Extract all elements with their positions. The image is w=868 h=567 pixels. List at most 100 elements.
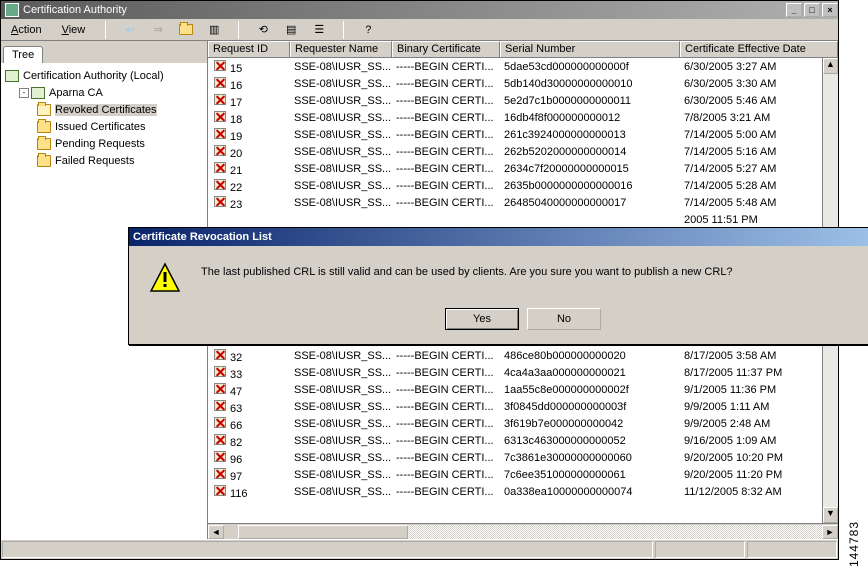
revoked-cert-icon <box>212 483 228 497</box>
dialog-title: Certificate Revocation List <box>133 231 272 243</box>
warning-icon <box>149 262 181 294</box>
table-row[interactable]: 32SSE-08\IUSR_SS...-----BEGIN CERTI...48… <box>208 347 838 364</box>
back-icon[interactable]: ⇐ <box>122 22 138 38</box>
revoked-cert-icon <box>212 449 228 463</box>
cell-date: 7/14/2005 5:48 AM <box>680 197 838 209</box>
table-row[interactable]: 96SSE-08\IUSR_SS...-----BEGIN CERTI...7c… <box>208 449 838 466</box>
cell-request-id: 32 <box>208 347 290 364</box>
menu-action[interactable]: Action <box>7 22 46 38</box>
minimize-button[interactable]: _ <box>786 3 802 17</box>
status-cell <box>655 541 745 558</box>
table-row[interactable]: 97SSE-08\IUSR_SS...-----BEGIN CERTI...7c… <box>208 466 838 483</box>
revoked-cert-icon <box>212 381 228 395</box>
table-row[interactable]: 23SSE-08\IUSR_SS...-----BEGIN CERTI...26… <box>208 194 838 211</box>
status-cell <box>747 541 837 558</box>
cell-request-id: 15 <box>208 58 290 75</box>
cell-serial: 3f0845dd000000000003f <box>500 401 680 413</box>
properties-icon[interactable]: ▥ <box>206 22 222 38</box>
tree-ca[interactable]: -Aparna CA <box>5 84 203 101</box>
table-row[interactable]: 18SSE-08\IUSR_SS...-----BEGIN CERTI...16… <box>208 109 838 126</box>
list-icon[interactable]: ☰ <box>311 22 327 38</box>
cell-serial: 3f619b7e000000000042 <box>500 418 680 430</box>
revoked-cert-icon <box>212 347 228 361</box>
table-row[interactable]: 20SSE-08\IUSR_SS...-----BEGIN CERTI...26… <box>208 143 838 160</box>
close-button[interactable]: × <box>822 3 838 17</box>
no-button[interactable]: No <box>527 308 601 330</box>
cell-request-id: 97 <box>208 466 290 483</box>
table-row[interactable]: 19SSE-08\IUSR_SS...-----BEGIN CERTI...26… <box>208 126 838 143</box>
tree-pending-requests[interactable]: Pending Requests <box>5 135 203 152</box>
revoked-cert-icon <box>212 415 228 429</box>
cell-requester: SSE-08\IUSR_SS... <box>290 384 392 396</box>
col-request-id[interactable]: Request ID <box>208 41 290 57</box>
table-row[interactable]: 116SSE-08\IUSR_SS...-----BEGIN CERTI...0… <box>208 483 838 500</box>
table-row[interactable]: 22SSE-08\IUSR_SS...-----BEGIN CERTI...26… <box>208 177 838 194</box>
cell-binary: -----BEGIN CERTI... <box>392 469 500 481</box>
scroll-down-icon[interactable]: ▼ <box>823 507 838 523</box>
cell-serial: 262b5202000000000014 <box>500 146 680 158</box>
window-title: Certification Authority <box>23 4 127 16</box>
tree-revoked-certificates[interactable]: Revoked Certificates <box>5 101 203 118</box>
cell-requester: SSE-08\IUSR_SS... <box>290 78 392 90</box>
menu-view[interactable]: View <box>58 22 90 38</box>
table-row[interactable]: 16SSE-08\IUSR_SS...-----BEGIN CERTI...5d… <box>208 75 838 92</box>
table-row[interactable]: 17SSE-08\IUSR_SS...-----BEGIN CERTI...5e… <box>208 92 838 109</box>
tree-tab[interactable]: Tree <box>3 46 43 63</box>
scroll-thumb[interactable] <box>238 525 408 539</box>
cell-binary: -----BEGIN CERTI... <box>392 367 500 379</box>
cell-binary: -----BEGIN CERTI... <box>392 163 500 175</box>
col-serial-number[interactable]: Serial Number <box>500 41 680 57</box>
export-icon[interactable]: ▤ <box>283 22 299 38</box>
table-row[interactable]: 33SSE-08\IUSR_SS...-----BEGIN CERTI...4c… <box>208 364 838 381</box>
tree-failed-requests[interactable]: Failed Requests <box>5 152 203 169</box>
yes-button[interactable]: Yes <box>445 308 519 330</box>
up-folder-icon[interactable] <box>178 22 194 38</box>
scroll-right-icon[interactable]: ► <box>822 525 838 539</box>
revoked-cert-icon <box>212 466 228 480</box>
cell-date: 9/20/2005 10:20 PM <box>680 452 838 464</box>
cell-serial: 261c3924000000000013 <box>500 129 680 141</box>
cell-binary: -----BEGIN CERTI... <box>392 197 500 209</box>
col-binary-certificate[interactable]: Binary Certificate <box>392 41 500 57</box>
col-requester-name[interactable]: Requester Name <box>290 41 392 57</box>
tree-issued-certificates[interactable]: Issued Certificates <box>5 118 203 135</box>
scroll-up-icon[interactable]: ▲ <box>823 58 838 74</box>
scroll-track[interactable] <box>408 525 822 539</box>
table-row[interactable]: 47SSE-08\IUSR_SS...-----BEGIN CERTI...1a… <box>208 381 838 398</box>
cell-binary: -----BEGIN CERTI... <box>392 112 500 124</box>
table-row[interactable]: 63SSE-08\IUSR_SS...-----BEGIN CERTI...3f… <box>208 398 838 415</box>
revoked-cert-icon <box>212 75 228 89</box>
cell-serial: 2635b0000000000000016 <box>500 180 680 192</box>
cell-binary: -----BEGIN CERTI... <box>392 384 500 396</box>
cell-serial: 0a338ea10000000000074 <box>500 486 680 498</box>
revoked-cert-icon <box>212 126 228 140</box>
tree-root[interactable]: Certification Authority (Local) <box>5 67 203 84</box>
cell-serial: 5db140d30000000000010 <box>500 78 680 90</box>
folder-icon <box>37 155 51 167</box>
forward-icon[interactable]: ⇒ <box>150 22 166 38</box>
cell-request-id: 116 <box>208 483 290 500</box>
revoked-cert-icon <box>212 143 228 157</box>
col-effective-date[interactable]: Certificate Effective Date <box>680 41 838 57</box>
table-row[interactable]: 21SSE-08\IUSR_SS...-----BEGIN CERTI...26… <box>208 160 838 177</box>
refresh-icon[interactable]: ⟲ <box>255 22 271 38</box>
cell-serial: 5e2d7c1b0000000000011 <box>500 95 680 107</box>
collapse-icon[interactable]: - <box>19 88 29 98</box>
cell-requester: SSE-08\IUSR_SS... <box>290 486 392 498</box>
horizontal-scrollbar[interactable]: ◄ ► <box>208 523 838 539</box>
table-row[interactable]: 66SSE-08\IUSR_SS...-----BEGIN CERTI...3f… <box>208 415 838 432</box>
toolbar-divider <box>343 21 344 39</box>
cell-serial: 7c3861e30000000000060 <box>500 452 680 464</box>
cell-requester: SSE-08\IUSR_SS... <box>290 163 392 175</box>
table-row[interactable]: 2005 11:51 PM <box>208 211 838 228</box>
revoked-cert-icon <box>212 109 228 123</box>
cell-requester: SSE-08\IUSR_SS... <box>290 197 392 209</box>
cell-binary: -----BEGIN CERTI... <box>392 129 500 141</box>
maximize-button[interactable]: □ <box>804 3 820 17</box>
scroll-left-icon[interactable]: ◄ <box>208 525 224 539</box>
cell-request-id: 17 <box>208 92 290 109</box>
table-row[interactable]: 15SSE-08\IUSR_SS...-----BEGIN CERTI...5d… <box>208 58 838 75</box>
cell-date: 9/20/2005 11:20 PM <box>680 469 838 481</box>
table-row[interactable]: 82SSE-08\IUSR_SS...-----BEGIN CERTI...63… <box>208 432 838 449</box>
help-icon[interactable]: ? <box>360 22 376 38</box>
